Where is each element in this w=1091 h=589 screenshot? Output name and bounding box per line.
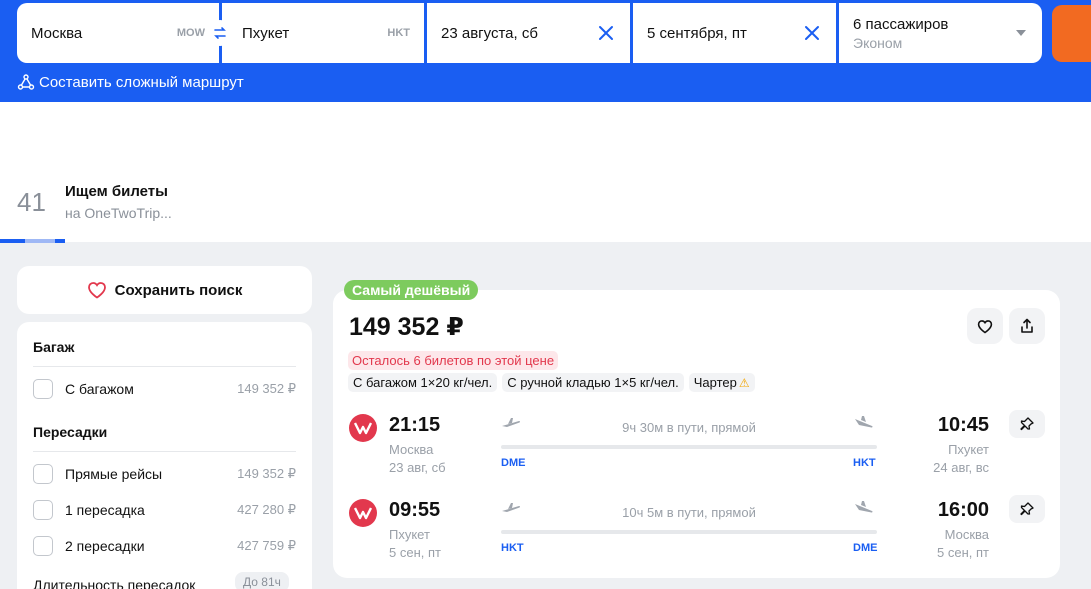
checkbox[interactable] — [33, 464, 53, 484]
heart-icon — [977, 319, 993, 333]
filter-price: 427 759 ₽ — [237, 538, 296, 553]
arrival-date: 5 сен, пт — [937, 545, 989, 560]
passengers-count: 6 пассажиров — [853, 15, 949, 33]
pin-button[interactable] — [1009, 495, 1045, 523]
warning-icon: ⚠ — [738, 375, 750, 390]
filter-price: 149 352 ₽ — [237, 381, 296, 396]
filter-price: 149 352 ₽ — [237, 466, 296, 481]
departure-time: 09:55 — [389, 499, 441, 521]
origin-field[interactable]: Москва MOW — [17, 3, 219, 63]
ticket-card[interactable]: 149 352 ₽ Осталось 6 билетов по этой цен… — [333, 290, 1060, 578]
clear-departure-date-icon[interactable] — [596, 23, 616, 43]
cabin-class: Эконом — [853, 34, 903, 51]
departure-city: Пхукет — [389, 527, 430, 542]
chevron-down-icon — [1016, 30, 1026, 36]
checkbox[interactable] — [33, 379, 53, 399]
airline-logo — [349, 414, 377, 442]
arrival-airport-code: DME — [853, 542, 878, 554]
airline-logo — [349, 499, 377, 527]
baggage-heading: Багаж — [33, 339, 75, 355]
divider — [33, 366, 296, 367]
flight-track — [501, 530, 877, 534]
pin-icon — [1020, 502, 1034, 516]
clear-return-date-icon[interactable] — [802, 23, 822, 43]
flight-segment-outbound[interactable]: 21:15 Москва 23 авг, сб 9ч 30м в пути, п… — [349, 410, 1045, 475]
seats-left-warning: Осталось 6 билетов по этой цене — [348, 351, 559, 370]
filter-direct-flights[interactable]: Прямые рейсы 149 352 ₽ — [33, 463, 296, 485]
route-icon — [17, 74, 35, 90]
charter-tag: Чартер ⚠ — [688, 373, 755, 392]
complex-route-link[interactable]: Составить сложный маршрут — [17, 73, 244, 91]
transfer-duration-badge[interactable]: До 81ч — [235, 572, 289, 589]
search-header: Москва MOW Пхукет HKT 23 августа, сб 5 с… — [0, 0, 1091, 102]
destination-field[interactable]: Пхукет HKT — [222, 3, 424, 63]
return-date-field[interactable]: 5 сентября, пт — [633, 3, 836, 63]
filter-label: Прямые рейсы — [65, 466, 163, 482]
arrival-city: Пхукет — [948, 442, 989, 457]
filter-label: 1 пересадка — [65, 502, 145, 518]
charter-label: Чартер — [693, 375, 737, 390]
hand-luggage-tag: С ручной кладью 1×5 кг/чел. — [502, 373, 684, 392]
flight-duration: 9ч 30м в пути, прямой — [622, 420, 756, 435]
departure-date-field[interactable]: 23 августа, сб — [427, 3, 630, 63]
save-search-label: Сохранить поиск — [114, 281, 243, 299]
baggage-tag: С багажом 1×20 кг/чел. — [348, 373, 498, 392]
origin-city: Москва — [31, 24, 83, 42]
filter-one-transfer[interactable]: 1 пересадка 427 280 ₽ — [33, 499, 296, 521]
swap-icon[interactable] — [207, 20, 233, 46]
filters-panel: Багаж С багажом 149 352 ₽ Пересадки Прям… — [17, 322, 312, 589]
divider — [33, 451, 296, 452]
favorite-button[interactable] — [967, 308, 1003, 344]
search-progress-area: 41 Ищем билеты на OneTwoTrip... — [0, 102, 1091, 243]
passengers-field[interactable]: 6 пассажиров Эконом — [839, 3, 1042, 63]
filter-with-baggage[interactable]: С багажом 149 352 ₽ — [33, 378, 296, 400]
departure-date: 23 авг, сб — [389, 460, 446, 475]
departure-time: 21:15 — [389, 414, 441, 436]
flight-track — [501, 445, 877, 449]
arrival-date: 24 авг, вс — [933, 460, 989, 475]
ticket-price: 149 352 ₽ — [349, 313, 464, 341]
arrival-time: 16:00 — [937, 499, 989, 521]
landing-icon — [855, 416, 873, 428]
flight-duration: 10ч 5м в пути, прямой — [622, 505, 756, 520]
search-button[interactable] — [1052, 5, 1091, 62]
pin-button[interactable] — [1009, 410, 1045, 438]
checkbox[interactable] — [33, 536, 53, 556]
progress-bar-stripe — [25, 239, 55, 243]
filter-label: С багажом — [65, 381, 134, 397]
heart-icon — [87, 282, 106, 299]
filter-label: Длительность пересадок — [33, 577, 196, 589]
departure-date: 23 августа, сб — [441, 24, 538, 42]
destination-code: HKT — [387, 27, 410, 39]
departure-airport-code: HKT — [501, 542, 524, 554]
return-date: 5 сентября, пт — [647, 24, 747, 42]
complex-route-label: Составить сложный маршрут — [39, 73, 244, 91]
departure-airport-code: DME — [501, 457, 526, 469]
share-button[interactable] — [1009, 308, 1045, 344]
searching-title: Ищем билеты — [65, 183, 168, 200]
destination-city: Пхукет — [242, 24, 290, 42]
cheapest-badge: Самый дешёвый — [344, 280, 479, 300]
filter-two-transfers[interactable]: 2 пересадки 427 759 ₽ — [33, 535, 296, 557]
origin-code: MOW — [176, 27, 205, 39]
searching-subtitle: на OneTwoTrip... — [65, 205, 172, 221]
flight-segment-return[interactable]: 09:55 Пхукет 5 сен, пт 10ч 5м в пути, пр… — [349, 495, 1045, 560]
save-search-button[interactable]: Сохранить поиск — [17, 266, 312, 314]
pin-icon — [1020, 417, 1034, 431]
filter-label: 2 пересадки — [65, 538, 145, 554]
departure-city: Москва — [389, 442, 434, 457]
filter-price: 427 280 ₽ — [237, 502, 296, 517]
results-count: 41 — [17, 187, 46, 217]
share-icon — [1021, 318, 1033, 333]
ticket-tags: С багажом 1×20 кг/чел. С ручной кладью 1… — [348, 373, 755, 392]
transfers-heading: Пересадки — [33, 424, 108, 440]
checkbox[interactable] — [33, 500, 53, 520]
arrival-time: 10:45 — [937, 414, 989, 436]
arrival-airport-code: HKT — [853, 457, 876, 469]
arrival-city: Москва — [944, 527, 989, 542]
departure-date: 5 сен, пт — [389, 545, 441, 560]
landing-icon — [855, 501, 873, 513]
